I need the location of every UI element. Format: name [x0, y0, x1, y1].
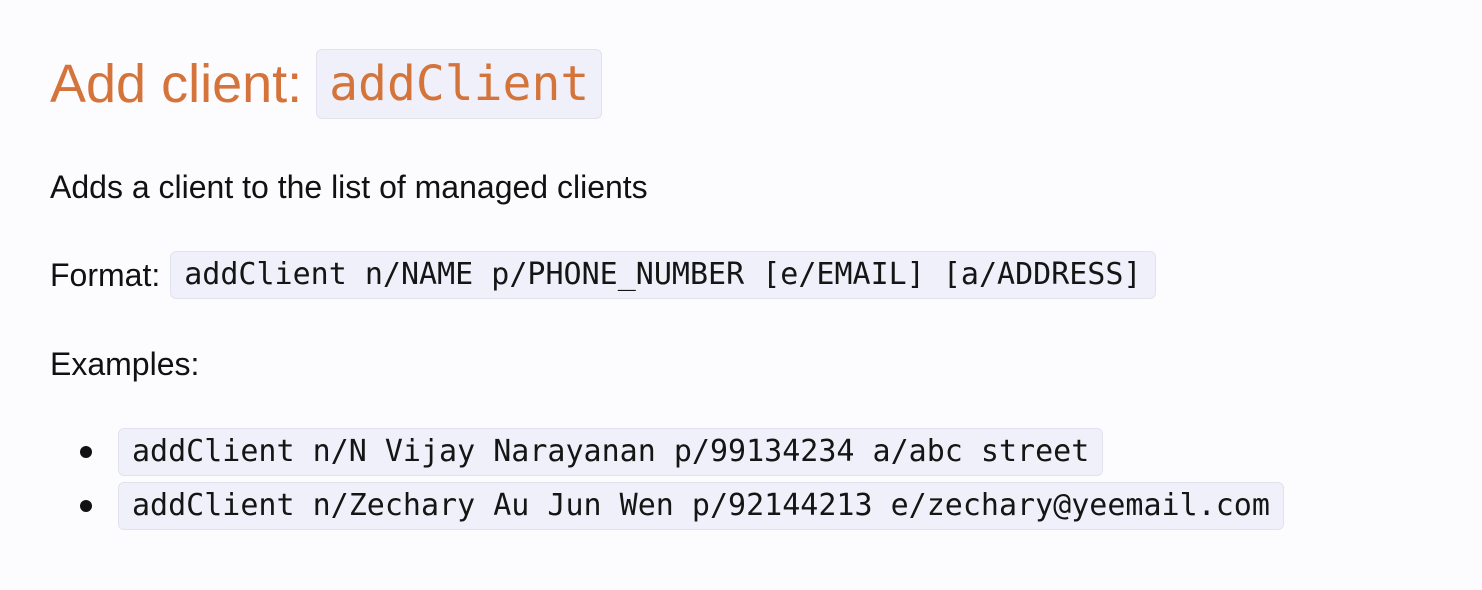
format-label: Format:: [50, 257, 161, 293]
examples-label: Examples:: [50, 346, 200, 382]
example-code: addClient n/Zechary Au Jun Wen p/9214421…: [118, 482, 1284, 530]
examples-list: addClient n/N Vijay Narayanan p/99134234…: [50, 428, 1284, 536]
command-description: Adds a client to the list of managed cli…: [50, 169, 648, 205]
section-heading: Add client: addClient: [50, 46, 603, 122]
list-item: addClient n/Zechary Au Jun Wen p/9214421…: [50, 482, 1284, 530]
heading-text: Add client:: [50, 54, 303, 114]
list-item: addClient n/N Vijay Narayanan p/99134234…: [50, 428, 1284, 476]
example-code: addClient n/N Vijay Narayanan p/99134234…: [118, 428, 1104, 476]
heading-command-code: addClient: [316, 49, 603, 119]
bullet-icon: [80, 500, 92, 512]
format-line: Format: addClient n/NAME p/PHONE_NUMBER …: [50, 251, 1156, 299]
format-code: addClient n/NAME p/PHONE_NUMBER [e/EMAIL…: [170, 251, 1156, 299]
bullet-icon: [80, 446, 92, 458]
